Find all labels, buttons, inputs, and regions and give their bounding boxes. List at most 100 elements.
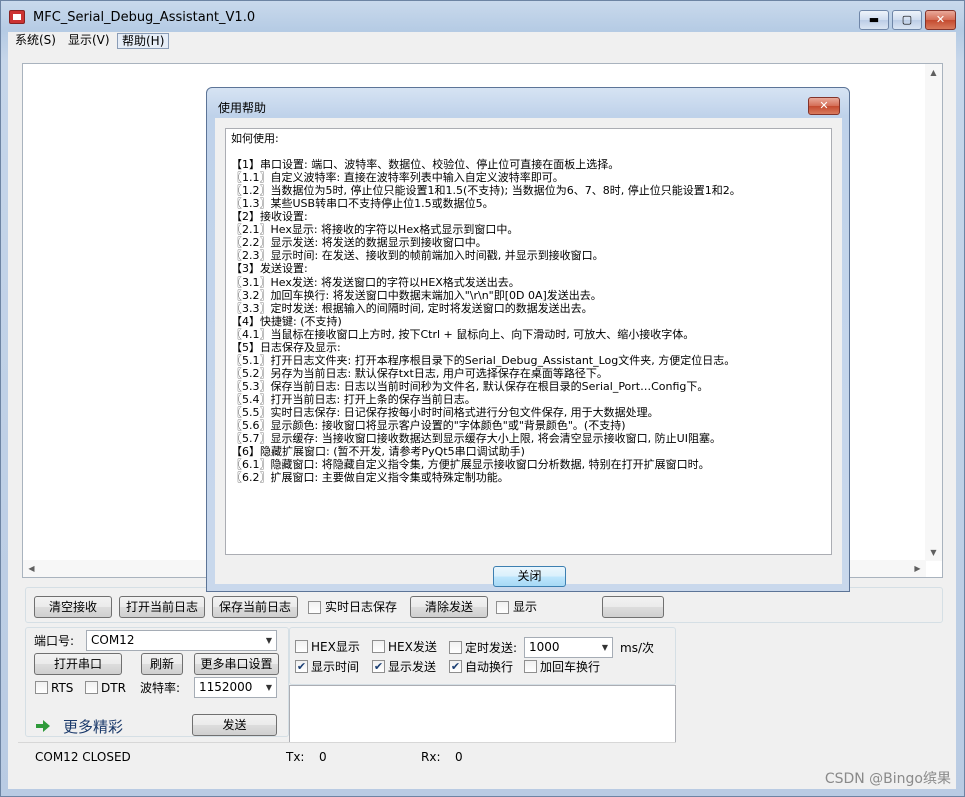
add-crlf-label: 加回车换行 bbox=[540, 660, 601, 674]
timed-send-checkbox[interactable] bbox=[449, 641, 462, 654]
port-status: COM12 CLOSED bbox=[35, 750, 131, 764]
app-icon bbox=[9, 10, 25, 24]
watermark: CSDN @Bingo缤果 bbox=[824, 771, 951, 787]
dtr-label: DTR bbox=[101, 681, 126, 695]
tx-label: Tx: bbox=[286, 750, 305, 764]
port-label: 端口号: bbox=[34, 634, 75, 648]
scroll-left-icon[interactable]: ◀ bbox=[23, 560, 40, 577]
chevron-down-icon: ▼ bbox=[265, 636, 272, 645]
menu-bar: 系统(S) 显示(V) 帮助(H) bbox=[8, 32, 956, 50]
send-input[interactable] bbox=[289, 685, 676, 743]
help-text[interactable]: 如何使用: 【1】串口设置: 端口、波特率、数据位、校验位、停止位可直接在面板上… bbox=[225, 128, 832, 555]
send-button[interactable]: 发送 bbox=[192, 714, 277, 736]
realtime-save-label: 实时日志保存 bbox=[325, 600, 398, 614]
rts-label: RTS bbox=[51, 681, 74, 695]
menu-system[interactable]: 系统(S) bbox=[11, 33, 60, 49]
scroll-down-icon[interactable]: ▼ bbox=[925, 544, 942, 561]
auto-newline-label: 自动换行 bbox=[465, 660, 514, 674]
timed-send-label: 定时发送: bbox=[465, 641, 518, 655]
help-line: 〖6.1〗隐藏窗口: 将隐藏自定义指令集, 方便扩展显示接收窗口分析数据, 特别… bbox=[231, 458, 710, 472]
interval-select[interactable]: 1000 ▼ bbox=[524, 637, 613, 658]
help-line: 【3】发送设置: bbox=[231, 262, 308, 276]
help-line: 〖1.3〗某些USB转串口不支持停止位1.5或数据位5。 bbox=[231, 197, 494, 211]
open-log-button[interactable]: 打开当前日志 bbox=[119, 596, 205, 618]
tx-value: 0 bbox=[319, 750, 327, 764]
close-button[interactable]: ✕ bbox=[925, 10, 956, 30]
show-time-label: 显示时间 bbox=[311, 660, 360, 674]
hex-display-label: HEX显示 bbox=[311, 640, 360, 654]
options-group bbox=[289, 627, 676, 685]
maximize-button[interactable]: ▢ bbox=[892, 10, 922, 30]
more-link[interactable]: 更多精彩 bbox=[63, 718, 123, 736]
minimize-button[interactable]: ▬ bbox=[859, 10, 889, 30]
title-bar[interactable]: MFC_Serial_Debug_Assistant_V1.0 ▬ ▢ ✕ bbox=[1, 1, 964, 33]
add-crlf-checkbox[interactable] bbox=[524, 660, 537, 673]
show-label: 显示 bbox=[513, 600, 538, 614]
window-title: MFC_Serial_Debug_Assistant_V1.0 bbox=[33, 10, 256, 25]
chevron-down-icon: ▼ bbox=[601, 643, 608, 652]
hex-display-checkbox[interactable] bbox=[295, 640, 308, 653]
show-time-checkbox[interactable]: ✔ bbox=[295, 660, 308, 673]
arrow-right-icon bbox=[36, 720, 50, 732]
menu-help[interactable]: 帮助(H) bbox=[117, 33, 170, 49]
help-dialog: 使用帮助 ✕ 如何使用: 【1】串口设置: 端口、波特率、数据位、校验位、停止位… bbox=[206, 87, 850, 592]
show-checkbox[interactable] bbox=[496, 601, 509, 614]
help-line: 〖2.1〗Hex显示: 将接收的字符以Hex格式显示到窗口中。 bbox=[231, 223, 519, 237]
interval-unit-label: ms/次 bbox=[620, 641, 654, 655]
rx-label: Rx: bbox=[421, 750, 441, 764]
help-line: 〖5.1〗打开日志文件夹: 打开本程序根目录下的Serial_Debug_Ass… bbox=[231, 353, 736, 367]
help-line: 〖5.7〗显示缓存: 当接收窗口接收数据达到显示缓存大小上限, 将会清空显示接收… bbox=[231, 432, 721, 446]
port-value: COM12 bbox=[91, 633, 135, 647]
help-line: 【6】隐藏扩展窗口: (暂不开发, 请参考PyQt5串口调试助手) bbox=[231, 445, 525, 459]
help-line: 〖2.3〗显示时间: 在发送、接收到的帧前端加入时间戳, 并显示到接收窗口。 bbox=[231, 249, 604, 263]
scroll-up-icon[interactable]: ▲ bbox=[925, 64, 942, 81]
help-line: 〖5.6〗显示颜色: 接收窗口将显示客户设置的"字体颜色"或"背景颜色"。(不支… bbox=[231, 419, 626, 433]
dialog-ok-button[interactable]: 关闭 bbox=[493, 566, 566, 587]
vertical-scrollbar[interactable]: ▲ ▼ bbox=[925, 64, 942, 561]
scroll-right-icon[interactable]: ▶ bbox=[909, 560, 926, 577]
help-line: 〖5.2〗另存为当前日志: 默认保存txt日志, 用户可选择保存在桌面等路径下。 bbox=[231, 366, 608, 380]
open-port-button[interactable]: 打开串口 bbox=[34, 653, 122, 675]
port-select[interactable]: COM12 ▼ bbox=[86, 630, 277, 651]
dialog-title: 使用帮助 bbox=[218, 101, 267, 115]
show-send-checkbox[interactable]: ✔ bbox=[372, 660, 385, 673]
rx-value: 0 bbox=[455, 750, 463, 764]
more-port-settings-button[interactable]: 更多串口设置 bbox=[194, 653, 279, 675]
dtr-checkbox[interactable] bbox=[85, 681, 98, 694]
refresh-button[interactable]: 刷新 bbox=[141, 653, 183, 675]
clear-send-button[interactable]: 清除发送 bbox=[410, 596, 488, 618]
help-line: 【4】快捷键: (不支持) bbox=[231, 314, 342, 328]
baud-value: 1152000 bbox=[199, 680, 253, 694]
auto-newline-checkbox[interactable]: ✔ bbox=[449, 660, 462, 673]
chevron-down-icon: ▼ bbox=[265, 683, 272, 692]
toolbar-extra-button[interactable] bbox=[602, 596, 664, 618]
hex-send-label: HEX发送 bbox=[388, 640, 437, 654]
help-line: 如何使用: bbox=[231, 132, 279, 145]
help-line: 〖6.2〗扩展窗口: 主要做自定义指令集或特殊定制功能。 bbox=[231, 471, 509, 485]
help-line bbox=[231, 145, 826, 158]
interval-value: 1000 bbox=[529, 640, 560, 654]
help-line: 〖1.1〗自定义波特率: 直接在波特率列表中输入自定义波特率即可。 bbox=[231, 171, 564, 185]
help-line: 〖5.5〗实时日志保存: 日记保存按每小时时间格式进行分包文件保存, 用于大数据… bbox=[231, 405, 659, 419]
help-line: 【2】接收设置: bbox=[231, 210, 308, 224]
help-line: 〖1.2〗当数据位为5时, 停止位只能设置1和1.5(不支持); 当数据位为6、… bbox=[231, 184, 741, 198]
help-line: 〖5.3〗保存当前日志: 日志以当前时间秒为文件名, 默认保存在根目录的Seri… bbox=[231, 379, 709, 393]
clear-receive-button[interactable]: 清空接收 bbox=[34, 596, 112, 618]
baud-select[interactable]: 1152000 ▼ bbox=[194, 677, 277, 698]
status-bar: COM12 CLOSED Tx: 0 Rx: 0 bbox=[18, 742, 676, 768]
help-line: 〖4.1〗当鼠标在接收窗口上方时, 按下Ctrl + 鼠标向上、向下滑动时, 可… bbox=[231, 327, 695, 341]
help-line: 〖5.4〗打开当前日志: 打开上条的保存当前日志。 bbox=[231, 392, 476, 406]
help-line: 【1】串口设置: 端口、波特率、数据位、校验位、停止位可直接在面板上选择。 bbox=[231, 158, 620, 172]
dialog-close-button[interactable]: ✕ bbox=[808, 97, 840, 115]
baud-label: 波特率: bbox=[140, 681, 181, 695]
help-line: 〖2.2〗显示发送: 将发送的数据显示到接收窗口中。 bbox=[231, 236, 487, 250]
rts-checkbox[interactable] bbox=[35, 681, 48, 694]
menu-view[interactable]: 显示(V) bbox=[64, 33, 114, 49]
save-log-button[interactable]: 保存当前日志 bbox=[212, 596, 298, 618]
hex-send-checkbox[interactable] bbox=[372, 640, 385, 653]
show-send-label: 显示发送 bbox=[388, 660, 437, 674]
realtime-save-checkbox[interactable] bbox=[308, 601, 321, 614]
help-line: 〖3.2〗加回车换行: 将发送窗口中数据末端加入"\r\n"即[0D 0A]发送… bbox=[231, 288, 602, 302]
help-line: 〖3.1〗Hex发送: 将发送窗口的字符以HEX格式发送出去。 bbox=[231, 275, 520, 289]
help-line: 【5】日志保存及显示: bbox=[231, 340, 341, 354]
